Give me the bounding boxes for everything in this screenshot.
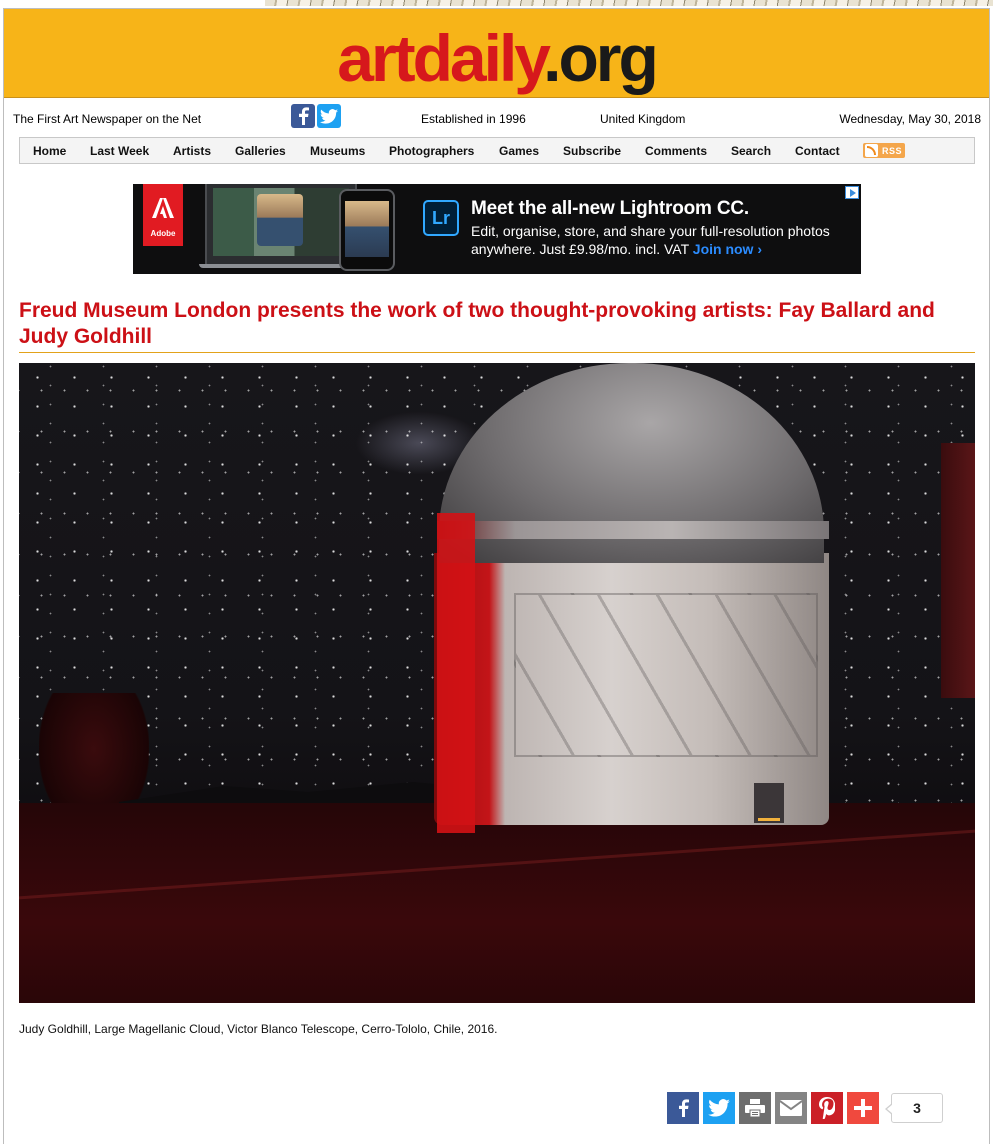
lightroom-icon: Lr — [423, 200, 459, 236]
nav-item-contact[interactable]: Contact — [795, 144, 840, 158]
adobe-icon — [152, 198, 174, 218]
title-divider — [19, 352, 975, 353]
ad-headline: Meet the all-new Lightroom CC. — [471, 198, 749, 219]
photo-side-tower — [941, 443, 975, 698]
nav-item-photographers[interactable]: Photographers — [389, 144, 474, 158]
advertisement-banner[interactable]: Adobe Lr Meet the all-new Lightroom CC. … — [133, 184, 861, 274]
facebook-icon — [299, 107, 309, 125]
nav-item-last-week[interactable]: Last Week — [90, 144, 149, 158]
laptop-image — [205, 184, 357, 266]
photo-caption: Judy Goldhill, Large Magellanic Cloud, V… — [19, 1022, 498, 1036]
site-header-banner: artdaily.org — [4, 9, 989, 98]
social-links — [291, 104, 341, 128]
phone-screen — [345, 201, 389, 257]
photo-ground — [19, 803, 975, 1003]
ad-body-text: Edit, organise, store, and share your fu… — [471, 223, 830, 257]
laptop-screen — [213, 188, 349, 256]
site-tagline: The First Art Newspaper on the Net — [13, 112, 202, 126]
adchoices-icon[interactable] — [845, 186, 859, 199]
share-facebook-button[interactable] — [667, 1092, 699, 1124]
observatory-red-light — [437, 513, 475, 833]
share-print-button[interactable] — [739, 1092, 771, 1124]
nav-item-artists[interactable]: Artists — [173, 144, 211, 158]
share-pinterest-button[interactable] — [811, 1092, 843, 1124]
print-icon — [745, 1099, 765, 1117]
logo-text: artdaily — [337, 21, 546, 95]
article-photo[interactable] — [19, 363, 975, 1003]
established-text: Established in 1996 — [421, 112, 526, 126]
nav-item-games[interactable]: Games — [499, 144, 539, 158]
observatory-door — [754, 783, 784, 823]
rss-label: RSS — [882, 145, 903, 156]
share-email-button[interactable] — [775, 1092, 807, 1124]
adobe-logo: Adobe — [143, 184, 183, 246]
decorative-artwork-strip — [265, 0, 993, 6]
nav-item-home[interactable]: Home — [33, 144, 66, 158]
ad-join-button[interactable]: Join now › — [693, 241, 762, 257]
share-bar: 3 — [667, 1092, 943, 1124]
adobe-wordmark: Adobe — [150, 229, 176, 238]
rss-feed-button[interactable]: RSS — [863, 143, 905, 158]
ad-body: Edit, organise, store, and share your fu… — [471, 222, 861, 258]
article-title: Freud Museum London presents the work of… — [19, 299, 935, 348]
info-bar: The First Art Newspaper on the Net Estab… — [13, 104, 981, 132]
plus-icon — [854, 1099, 872, 1117]
share-more-button[interactable] — [847, 1092, 879, 1124]
nav-item-subscribe[interactable]: Subscribe — [563, 144, 621, 158]
share-twitter-button[interactable] — [703, 1092, 735, 1124]
site-logo[interactable]: artdaily.org — [4, 23, 989, 93]
top-banner-strip — [0, 0, 993, 8]
twitter-icon — [708, 1099, 730, 1117]
facebook-link[interactable] — [291, 104, 315, 128]
facebook-icon — [679, 1099, 689, 1117]
nav-item-museums[interactable]: Museums — [310, 144, 365, 158]
twitter-icon — [320, 108, 338, 124]
current-date: Wednesday, May 30, 2018 — [839, 112, 981, 126]
phone-image — [339, 189, 395, 271]
nav-item-galleries[interactable]: Galleries — [235, 144, 286, 158]
nav-item-search[interactable]: Search — [731, 144, 771, 158]
observatory-struts — [514, 593, 818, 757]
region-text: United Kingdom — [600, 112, 686, 126]
email-icon — [780, 1100, 802, 1116]
twitter-link[interactable] — [317, 104, 341, 128]
nav-item-comments[interactable]: Comments — [645, 144, 707, 158]
rss-icon — [865, 144, 878, 157]
pinterest-icon — [819, 1097, 835, 1119]
logo-tld: .org — [543, 21, 659, 95]
share-count: 3 — [885, 1093, 943, 1123]
main-navigation: Home Last Week Artists Galleries Museums… — [19, 137, 975, 164]
observatory-band — [437, 521, 829, 539]
